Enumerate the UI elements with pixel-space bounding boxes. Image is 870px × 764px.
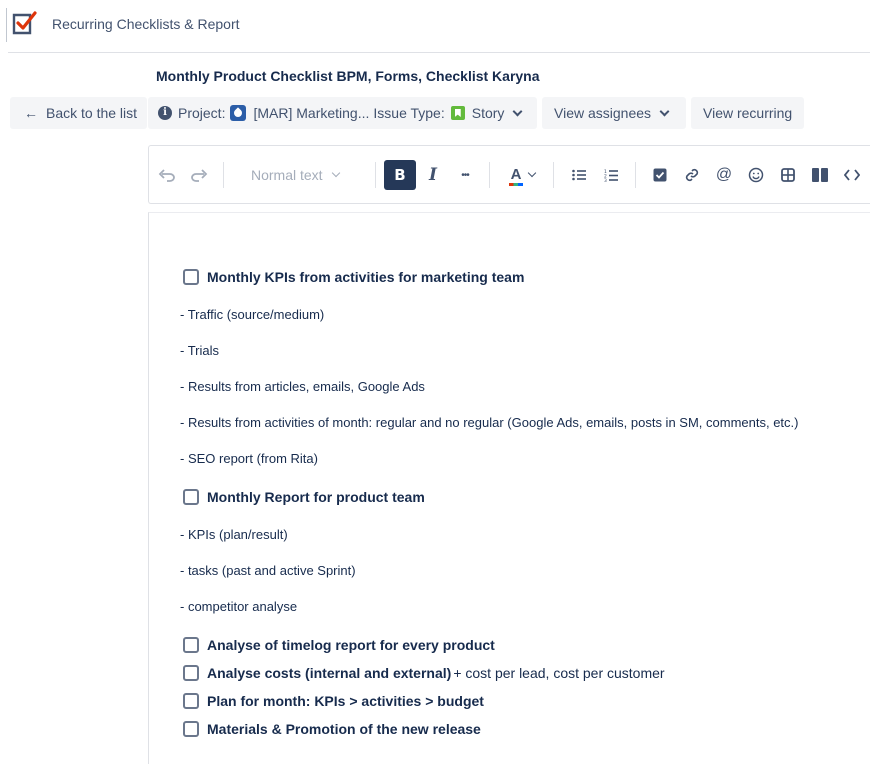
mention-icon: @ [715,166,733,183]
bullet-list-button[interactable] [569,160,589,190]
chevron-down-icon [512,106,523,116]
checklist-item: Materials & Promotion of the new release [183,720,481,738]
arrow-left-icon: ← [24,105,38,121]
chevron-down-icon [331,168,340,178]
toolbar-separator [635,162,636,188]
italic-button[interactable]: I [421,160,445,190]
columns-icon [812,168,828,182]
view-recurring-button[interactable]: View recurring [691,97,804,129]
text-color-button[interactable]: A [506,160,538,190]
header-divider [8,52,870,53]
task-label: Plan for month: KPIs > activities > budg… [207,693,484,709]
story-icon [450,106,465,120]
task-label: Materials & Promotion of the new release [207,721,481,737]
checklist-item: Monthly KPIs from activities for marketi… [183,268,524,286]
issue-summary: Monthly Product Checklist BPM, Forms, Ch… [156,68,540,84]
checkbox-icon [653,168,667,182]
checklist-item: Monthly Report for product team [183,488,425,506]
text-line: - tasks (past and active Sprint) [180,563,356,578]
bullet-list-icon [572,169,586,181]
more-formatting-button[interactable]: ••• [453,160,477,190]
link-icon [685,168,699,182]
project-name: [MAR] Marketing... [253,105,370,121]
view-assignees-button[interactable]: View assignees [542,97,686,129]
mention-button[interactable]: @ [714,160,734,190]
checkbox[interactable] [183,489,199,505]
text-line: - Traffic (source/medium) [180,307,325,322]
view-recurring-label: View recurring [703,105,793,121]
project-avatar-icon [230,105,247,121]
view-assignees-label: View assignees [554,105,652,121]
issue-type-prefix: Issue Type: [373,105,445,121]
project-issue-type-button[interactable]: i Project: [MAR] Marketing... Issue Type… [148,97,537,129]
table-button[interactable] [778,160,798,190]
numbered-list-button[interactable]: 123 [601,160,621,190]
link-button[interactable] [682,160,702,190]
action-bar: ← Back to the list i Project: [MAR] Mark… [0,97,870,129]
toolbar-separator [223,162,224,188]
app-title: Recurring Checklists & Report [52,16,240,32]
checkbox[interactable] [183,721,199,737]
text-line: - KPIs (plan/result) [180,527,288,542]
svg-text:3: 3 [604,178,607,182]
checkbox[interactable] [183,665,199,681]
action-item-button[interactable] [650,160,670,190]
task-label: Analyse costs (internal and external) [207,665,452,681]
toolbar-separator [489,162,490,188]
numbered-list-icon: 123 [604,169,618,182]
checklist-item: Plan for month: KPIs > activities > budg… [183,692,484,710]
text-line: - Results from activities of month: regu… [180,415,799,430]
info-icon: i [158,106,172,120]
layout-columns-button[interactable] [810,160,830,190]
back-label: Back to the list [46,105,138,121]
checklist-logo-icon [12,11,37,35]
emoji-button[interactable] [746,160,766,190]
task-label: Monthly Report for product team [207,489,425,505]
app-header: Recurring Checklists & Report [0,0,870,52]
back-to-list-button[interactable]: ← Back to the list [10,97,147,129]
redo-button[interactable] [189,160,209,190]
checkbox[interactable] [183,269,199,285]
code-button[interactable] [842,160,862,190]
text-style-dropdown[interactable]: Normal text [251,160,351,190]
bold-button[interactable]: B [384,160,416,190]
task-label: Analyse of timelog report for every prod… [207,637,495,653]
text-line: - Trials [180,343,219,358]
table-icon [781,168,795,182]
undo-button[interactable] [157,160,177,190]
text-line: - SEO report (from Rita) [180,451,318,466]
header-edge [6,8,7,42]
text-line: - Results from articles, emails, Google … [180,379,425,394]
chevron-down-icon [659,106,670,116]
chevron-down-icon [527,168,537,178]
checkbox[interactable] [183,693,199,709]
checklist-item: Analyse costs (internal and external) + … [183,664,665,682]
editor-toolbar: Normal text B I ••• A 123 @ [148,145,870,204]
code-icon [844,169,860,181]
issue-type: Story [471,105,505,121]
task-extra-text: + cost per lead, cost per customer [453,665,665,681]
project-prefix: Project: [178,105,226,121]
checklist-item: Analyse of timelog report for every prod… [183,636,495,654]
toolbar-separator [375,162,376,188]
text-style-label: Normal text [251,167,323,183]
checkbox[interactable] [183,637,199,653]
undo-icon [158,169,175,182]
emoji-icon [748,167,764,183]
redo-icon [191,169,208,182]
text-color-icon: A [509,166,523,186]
toolbar-separator [553,162,554,188]
task-label: Monthly KPIs from activities for marketi… [207,269,525,285]
text-line: - competitor analyse [180,599,298,614]
